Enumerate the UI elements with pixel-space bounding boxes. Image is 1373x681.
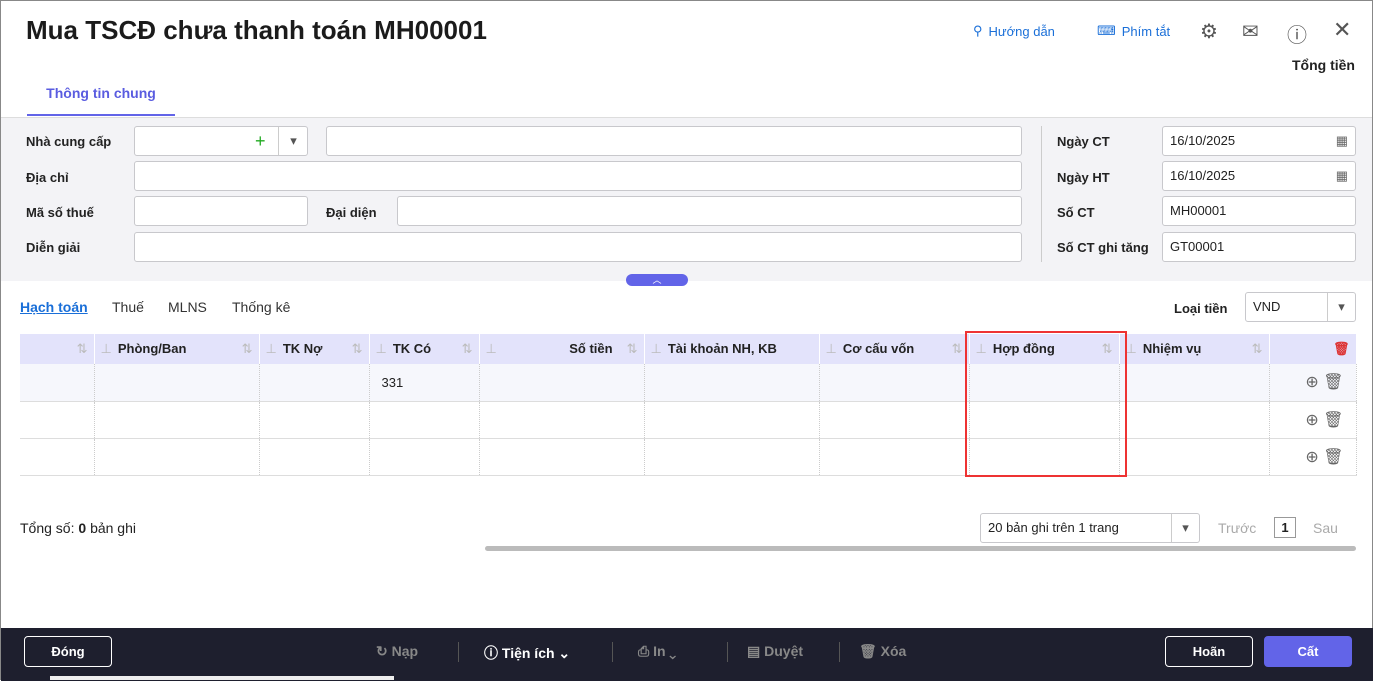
currency-label: Loại tiền	[1174, 301, 1228, 316]
supplier-field[interactable]: + ▾	[134, 126, 308, 156]
divider	[727, 642, 728, 662]
table-row[interactable]: ⊕ 🗑	[20, 438, 1357, 476]
chevron-down-icon: ▾	[1171, 514, 1199, 542]
calendar-icon[interactable]: ▦	[1336, 127, 1348, 155]
rep-field[interactable]	[397, 196, 1022, 226]
currency-select[interactable]: VND ▾	[1245, 292, 1356, 322]
accounting-table: ⇅ ⊥ Phòng/Ban ⇅ ⊥ TK Nợ ⇅ ⊥ TK Có ⇅ ⊥ ⇅ Số tiền …	[20, 334, 1357, 476]
horizontal-scrollbar[interactable]	[485, 546, 1356, 551]
highlight-box	[965, 331, 1127, 477]
guide-icon: ⚲	[973, 23, 983, 38]
currency-value: VND	[1253, 299, 1281, 314]
page-number[interactable]: 1	[1274, 517, 1296, 538]
delete-all-icon[interactable]: 🗑	[1269, 334, 1357, 364]
trash-icon[interactable]: 🗑	[1323, 412, 1343, 429]
table-row[interactable]: 331 ⊕ 🗑	[20, 364, 1357, 402]
approve-button[interactable]: ▤ Duyệt	[747, 643, 803, 660]
collapse-button[interactable]: ︿	[626, 274, 688, 286]
doc-no-field[interactable]: MH00001	[1162, 196, 1356, 226]
divider	[1041, 126, 1042, 262]
address-label: Địa chỉ	[26, 170, 69, 185]
record-count: Tổng số: 0 bản ghi	[20, 520, 136, 536]
add-row-icon[interactable]: ⊕	[1305, 412, 1318, 429]
post-date-value: 16/10/2025	[1170, 168, 1236, 183]
subtab-accounting[interactable]: Hạch toán	[20, 299, 88, 315]
col-header[interactable]: ⊥ ⇅ Số tiền	[479, 334, 645, 364]
close-icon[interactable]: ✕	[1333, 17, 1351, 43]
post-date-field[interactable]: 16/10/2025 ▦	[1162, 161, 1356, 191]
chevron-down-icon: ▾	[1327, 293, 1355, 321]
col-header[interactable]: ⊥ TK Nợ ⇅	[259, 334, 370, 364]
trash-icon[interactable]: 🗑	[1323, 449, 1343, 466]
table-header: ⇅ ⊥ Phòng/Ban ⇅ ⊥ TK Nợ ⇅ ⊥ TK Có ⇅ ⊥ ⇅ Số tiền …	[20, 334, 1357, 364]
col-header[interactable]: ⊥ Phòng/Ban ⇅	[94, 334, 260, 364]
cancel-button[interactable]: Hoãn	[1165, 636, 1253, 667]
keyboard-icon: ⌨	[1097, 23, 1116, 38]
page-size-select[interactable]: 20 bản ghi trên 1 trang ▾	[980, 513, 1200, 543]
address-field[interactable]	[134, 161, 1022, 191]
chevron-down-icon[interactable]: ▾	[278, 127, 308, 155]
col-header[interactable]: ⊥ TK Có ⇅	[369, 334, 480, 364]
tax-field[interactable]	[134, 196, 308, 226]
shortcuts-label: Phím tắt	[1121, 23, 1171, 39]
inc-no-field[interactable]: GT00001	[1162, 232, 1356, 262]
tab-general-info[interactable]: Thông tin chung	[27, 73, 175, 116]
subtab-mlns[interactable]: MLNS	[168, 299, 207, 315]
guide-label: Hướng dẫn	[988, 23, 1055, 39]
table-row[interactable]: ⊕ 🗑	[20, 401, 1357, 439]
add-row-icon[interactable]: ⊕	[1305, 449, 1318, 466]
subtab-tax[interactable]: Thuế	[112, 299, 144, 315]
total-label: Tổng tiền	[1292, 57, 1355, 73]
print-button[interactable]: ⎙ In ⌄	[638, 643, 676, 660]
tax-label: Mã số thuế	[26, 205, 94, 220]
desc-label: Diễn giải	[26, 240, 81, 255]
bottom-scrollbar[interactable]	[50, 676, 394, 680]
utilities-button[interactable]: ⓘ Tiện ích ⌄	[484, 643, 570, 663]
post-date-label: Ngày HT	[1057, 170, 1110, 185]
desc-field[interactable]	[134, 232, 1022, 262]
col-header[interactable]: ⊥ Nhiệm vụ ⇅	[1119, 334, 1270, 364]
gear-icon[interactable]: ⚙	[1200, 19, 1218, 44]
doc-date-label: Ngày CT	[1057, 134, 1110, 149]
close-button[interactable]: Đóng	[24, 636, 112, 667]
col-header[interactable]: ⇅	[20, 334, 95, 364]
divider	[612, 642, 613, 662]
page-title: Mua TSCĐ chưa thanh toán MH00001	[26, 15, 487, 45]
rep-label: Đại diện	[326, 205, 377, 220]
doc-date-value: 16/10/2025	[1170, 133, 1236, 148]
supplier-label: Nhà cung cấp	[26, 134, 112, 149]
subtab-stats[interactable]: Thống kê	[232, 299, 290, 315]
footer-toolbar: Đóng ↻ Nạp ⓘ Tiện ích ⌄ ⎙ In ⌄ ▤ Duyệt 🗑…	[1, 628, 1373, 681]
col-header[interactable]: ⊥ Cơ cấu vốn ⇅	[819, 334, 970, 364]
reload-button[interactable]: ↻ Nạp	[376, 643, 418, 660]
shortcuts-button[interactable]: ⌨ Phím tắt	[1097, 23, 1170, 39]
col-header[interactable]: ⊥ Tài khoản NH, KB	[644, 334, 820, 364]
calendar-icon[interactable]: ▦	[1336, 162, 1348, 190]
next-button[interactable]: Sau	[1313, 520, 1338, 536]
plus-icon[interactable]: +	[255, 127, 266, 155]
divider	[458, 642, 459, 662]
prev-button[interactable]: Trước	[1218, 520, 1256, 536]
trash-icon[interactable]: 🗑	[1323, 374, 1343, 391]
add-row-icon[interactable]: ⊕	[1305, 374, 1318, 391]
help-icon[interactable]: ⓘ	[1287, 19, 1307, 48]
inc-no-label: Số CT ghi tăng	[1057, 240, 1149, 255]
supplier-name-field[interactable]	[326, 126, 1022, 156]
divider	[839, 642, 840, 662]
mail-icon[interactable]: ✉	[1242, 19, 1259, 44]
doc-date-field[interactable]: 16/10/2025 ▦	[1162, 126, 1356, 156]
delete-button[interactable]: 🗑 Xóa	[859, 643, 906, 660]
guide-button[interactable]: ⚲ Hướng dẫn	[973, 23, 1055, 39]
doc-no-label: Số CT	[1057, 205, 1095, 220]
save-button[interactable]: Cất	[1264, 636, 1352, 667]
